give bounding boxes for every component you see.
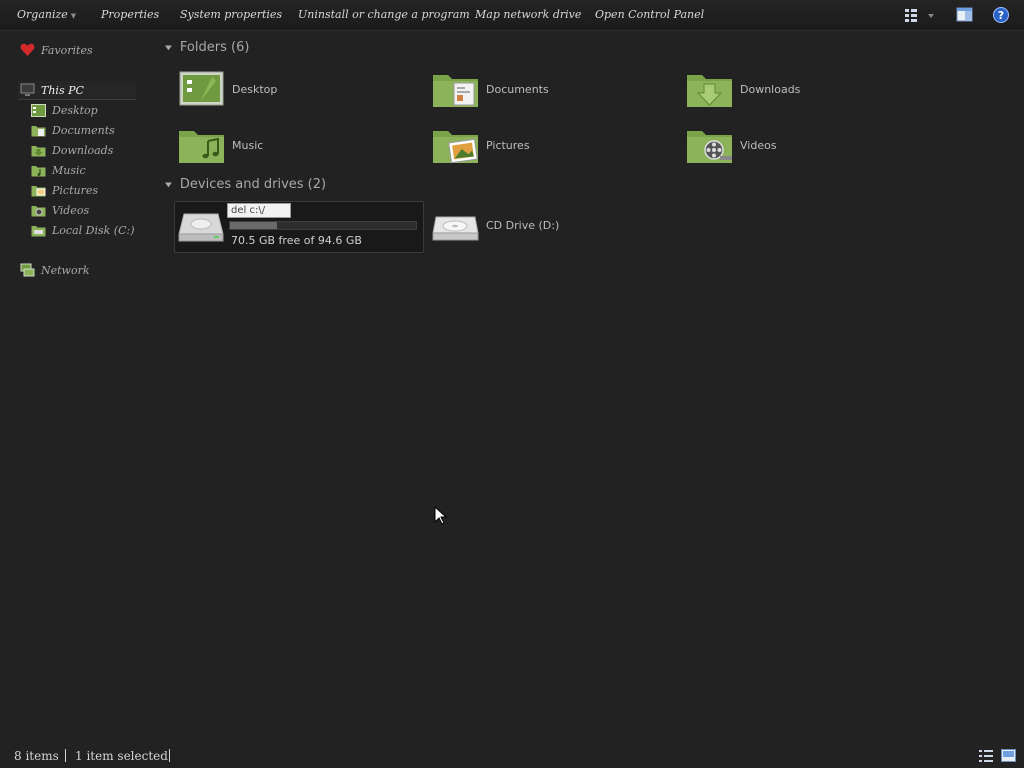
nav-this-pc-label: This PC <box>41 83 84 97</box>
cd-drive-icon <box>432 216 479 241</box>
nav-network[interactable]: Network <box>20 261 90 279</box>
svg-text:?: ? <box>998 9 1004 22</box>
nav-item-local-disk[interactable]: Local Disk (C:) <box>31 221 135 239</box>
details-view-button[interactable] <box>979 750 993 762</box>
desktop-icon <box>31 103 46 117</box>
command-bar: Organize ▼ Properties System properties U… <box>0 0 1024 31</box>
system-properties-button[interactable]: System properties <box>180 8 282 21</box>
folder-label: Music <box>232 138 264 152</box>
status-divider <box>65 749 66 762</box>
folder-label: Downloads <box>740 82 801 96</box>
selection-count: 1 item selected <box>75 749 168 763</box>
nav-item-label: Music <box>52 163 86 177</box>
nav-item-documents[interactable]: Documents <box>31 121 115 139</box>
downloads-folder-icon <box>31 145 46 156</box>
chevron-down-icon: ▼ <box>70 12 77 20</box>
large-icons-view-button[interactable] <box>1001 749 1016 762</box>
nav-item-label: Documents <box>52 123 115 137</box>
drive-label: CD Drive (D:) <box>486 218 560 232</box>
nav-item-label: Desktop <box>52 103 98 117</box>
nav-item-videos[interactable]: Videos <box>31 201 89 219</box>
status-bar: 8 items 1 item selected <box>0 744 1024 768</box>
hard-drive-icon <box>31 225 46 236</box>
drives-header-label: Devices and drives (2) <box>179 177 327 192</box>
folder-label: Desktop <box>232 82 278 96</box>
nav-item-label: Local Disk (C:) <box>52 223 135 237</box>
nav-this-pc[interactable]: This PC <box>20 81 84 99</box>
music-folder-icon <box>31 165 46 176</box>
computer-icon <box>20 83 35 96</box>
capacity-bar-fill <box>230 222 278 229</box>
mouse-cursor-icon <box>434 506 448 525</box>
hard-drive-icon <box>178 213 224 242</box>
videos-folder-icon <box>687 131 732 163</box>
item-count: 8 items <box>14 749 59 763</box>
nav-favorites[interactable]: Favorites <box>20 41 93 59</box>
status-divider <box>169 749 170 762</box>
collapse-chevron-icon: ▼ <box>165 181 172 188</box>
view-options-icon <box>905 9 934 22</box>
folder-label: Videos <box>740 138 777 152</box>
folder-label: Pictures <box>486 138 530 152</box>
downloads-folder-icon <box>687 75 732 107</box>
uninstall-program-button[interactable]: Uninstall or change a program <box>298 8 470 21</box>
organize-label: Organize <box>17 8 68 21</box>
folder-videos[interactable]: Videos <box>686 117 777 173</box>
drive-cd[interactable]: CD Drive (D:) <box>432 197 559 253</box>
nav-item-desktop[interactable]: Desktop <box>31 101 98 119</box>
capacity-bar <box>229 221 417 230</box>
rename-input[interactable]: del c:\/ <box>227 203 291 218</box>
help-button[interactable]: ? <box>992 6 1010 24</box>
nav-item-pictures[interactable]: Pictures <box>31 181 98 199</box>
folder-downloads[interactable]: Downloads <box>686 61 800 117</box>
nav-item-label: Videos <box>52 203 90 217</box>
videos-folder-icon <box>31 205 46 216</box>
folder-label: Documents <box>486 82 549 96</box>
drive-free-space: 70.5 GB free of 94.6 GB <box>231 234 362 247</box>
nav-item-label: Pictures <box>52 183 98 197</box>
pictures-folder-icon <box>433 131 478 164</box>
nav-item-downloads[interactable]: Downloads <box>31 141 113 159</box>
folder-desktop[interactable]: Desktop <box>178 61 277 117</box>
nav-favorites-label: Favorites <box>41 43 93 57</box>
folder-documents[interactable]: Documents <box>432 61 549 117</box>
heart-icon <box>20 43 35 56</box>
documents-folder-icon <box>31 125 46 136</box>
change-view-button[interactable] <box>904 6 936 24</box>
music-folder-icon <box>179 131 224 163</box>
drives-group-header[interactable]: ▼ Devices and drives (2) <box>165 177 326 192</box>
properties-button[interactable]: Properties <box>101 8 159 21</box>
map-network-drive-button[interactable]: Map network drive <box>475 8 581 21</box>
preview-pane-icon <box>956 7 973 22</box>
collapse-chevron-icon: ▼ <box>165 44 172 51</box>
nav-network-label: Network <box>41 263 90 277</box>
folder-pictures[interactable]: Pictures <box>432 117 530 173</box>
documents-folder-icon <box>433 75 478 107</box>
preview-pane-button[interactable] <box>956 6 974 24</box>
nav-item-label: Downloads <box>52 143 114 157</box>
folders-header-label: Folders (6) <box>179 40 250 55</box>
network-icon <box>20 263 35 277</box>
nav-item-music[interactable]: Music <box>31 161 86 179</box>
desktop-icon <box>179 71 224 106</box>
pictures-folder-icon <box>31 185 46 196</box>
folders-group-header[interactable]: ▼ Folders (6) <box>165 40 249 55</box>
folder-music[interactable]: Music <box>178 117 263 173</box>
open-control-panel-button[interactable]: Open Control Panel <box>595 8 704 21</box>
help-icon: ? <box>993 7 1009 23</box>
organize-menu[interactable]: Organize ▼ <box>17 8 76 21</box>
